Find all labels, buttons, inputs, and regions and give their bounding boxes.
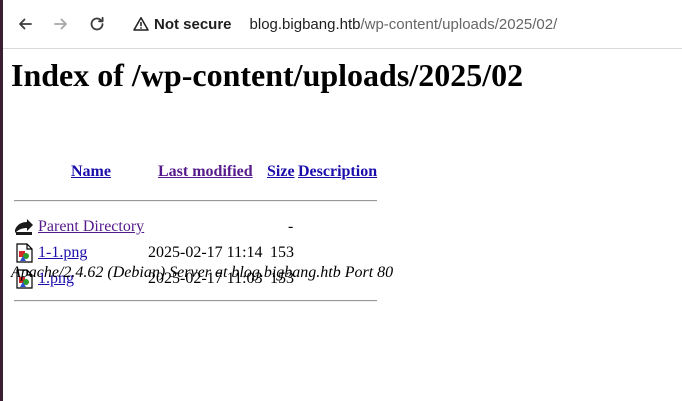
- file-size: 153: [270, 244, 294, 261]
- security-label: Not secure: [154, 15, 232, 33]
- reload-icon: [90, 16, 104, 31]
- sort-by-name-link[interactable]: Name: [71, 163, 111, 181]
- security-indicator[interactable]: Not secure: [133, 16, 232, 33]
- window-edge: [0, 0, 3, 401]
- footer-divider: [14, 300, 377, 302]
- forward-button[interactable]: [49, 12, 73, 36]
- file-link[interactable]: 1-1.png: [38, 244, 87, 262]
- list-item: 1-1.png 2025-02-17 11:14 153: [11, 242, 381, 264]
- url-text[interactable]: blog.bigbang.htb/wp-content/uploads/2025…: [250, 16, 558, 33]
- warning-triangle-icon: [133, 17, 149, 31]
- image-file-icon: [16, 243, 33, 263]
- file-size: -: [288, 218, 294, 235]
- page-title: Index of /wp-content/uploads/2025/02: [11, 57, 524, 93]
- list-item: Parent Directory -: [11, 216, 381, 238]
- sort-by-last-modified-link[interactable]: Last modified: [158, 163, 253, 181]
- address-bar[interactable]: Not secure blog.bigbang.htb/wp-content/u…: [123, 6, 682, 42]
- sort-by-description-link[interactable]: Description: [298, 163, 377, 181]
- arrow-right-icon: [54, 18, 67, 30]
- url-path: /wp-content/uploads/2025/02/: [360, 15, 558, 33]
- sort-by-size-link[interactable]: Size: [267, 163, 295, 181]
- url-host: blog.bigbang.htb: [249, 15, 361, 33]
- back-button[interactable]: [13, 12, 37, 36]
- header-divider: [14, 200, 377, 202]
- browser-toolbar: Not secure blog.bigbang.htb/wp-content/u…: [3, 0, 682, 49]
- back-folder-icon: [15, 219, 33, 235]
- server-signature: Apache/2.4.62 (Debian) Server at blog.bi…: [11, 264, 394, 281]
- file-date: 2025-02-17 11:14: [148, 244, 263, 261]
- arrow-left-icon: [19, 18, 32, 30]
- parent-directory-link[interactable]: Parent Directory: [38, 218, 144, 236]
- reload-button[interactable]: [85, 12, 109, 36]
